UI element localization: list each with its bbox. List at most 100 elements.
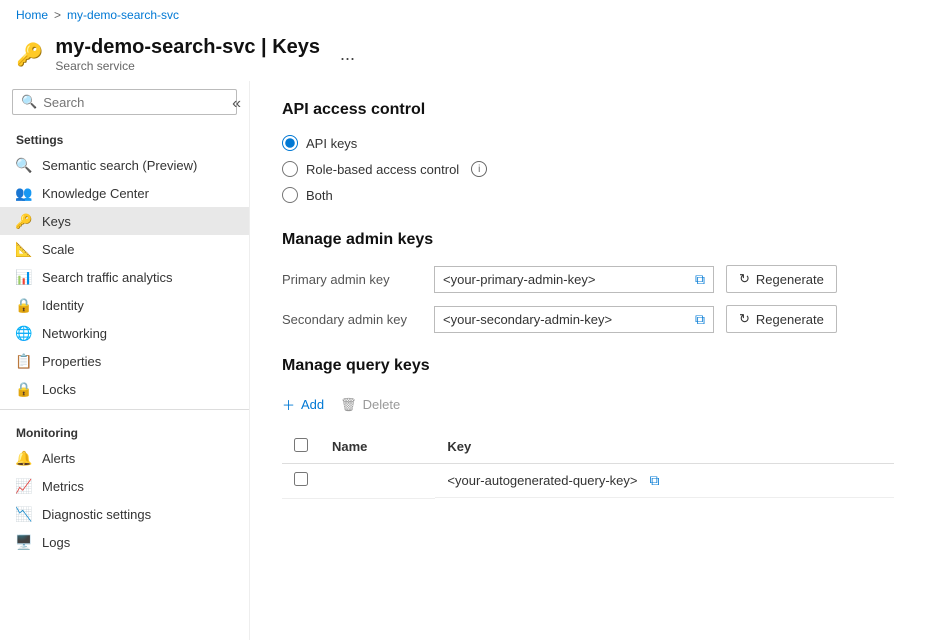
delete-icon: 🗑 bbox=[340, 397, 357, 413]
knowledge-center-icon: 👥 bbox=[16, 185, 32, 201]
secondary-key-row: Secondary admin key <your-secondary-admi… bbox=[282, 305, 894, 333]
search-input[interactable] bbox=[43, 95, 228, 110]
primary-key-row: Primary admin key <your-primary-admin-ke… bbox=[282, 265, 894, 293]
breadcrumb-home[interactable]: Home bbox=[16, 8, 48, 22]
sidebar: 🔍 « Settings 🔍 Semantic search (Preview)… bbox=[0, 81, 250, 640]
sidebar-item-label: Scale bbox=[42, 242, 75, 257]
breadcrumb: Home > my-demo-search-svc bbox=[0, 0, 926, 30]
sidebar-item-label: Metrics bbox=[42, 479, 84, 494]
row-checkbox-cell bbox=[282, 464, 320, 499]
manage-query-keys-section: Manage query keys ＋ Add 🗑 Delete bbox=[282, 357, 894, 499]
sidebar-item-label: Diagnostic settings bbox=[42, 507, 151, 522]
sidebar-item-logs[interactable]: 🖥️ Logs bbox=[0, 528, 249, 556]
secondary-key-input: <your-secondary-admin-key> ⧉ bbox=[434, 306, 714, 333]
sidebar-item-keys[interactable]: 🔑 Keys bbox=[0, 207, 249, 235]
both-label: Both bbox=[306, 188, 333, 203]
sidebar-item-scale[interactable]: 📐 Scale bbox=[0, 235, 249, 263]
identity-icon: 🔒 bbox=[16, 297, 32, 313]
search-bar[interactable]: 🔍 bbox=[12, 89, 237, 115]
more-options-icon[interactable]: ... bbox=[340, 44, 355, 65]
sidebar-item-metrics[interactable]: 📈 Metrics bbox=[0, 472, 249, 500]
row-key-cell: <your-autogenerated-query-key> ⧉ bbox=[435, 464, 894, 498]
query-key-value: <your-autogenerated-query-key> bbox=[447, 473, 637, 488]
scale-icon: 📐 bbox=[16, 241, 32, 257]
breadcrumb-separator: > bbox=[54, 8, 61, 22]
role-based-label: Role-based access control bbox=[306, 162, 459, 177]
page-subtitle: Search service bbox=[55, 59, 320, 73]
primary-regenerate-button[interactable]: ↻ Regenerate bbox=[726, 265, 837, 293]
api-keys-label: API keys bbox=[306, 136, 357, 151]
regenerate-icon-2: ↻ bbox=[739, 311, 750, 327]
sidebar-item-properties[interactable]: 📋 Properties bbox=[0, 347, 249, 375]
search-icon: 🔍 bbox=[21, 94, 37, 110]
manage-admin-keys-title: Manage admin keys bbox=[282, 231, 894, 249]
main-content: API access control API keys Role-based a… bbox=[250, 81, 926, 640]
api-keys-radio[interactable] bbox=[282, 135, 298, 151]
alerts-icon: 🔔 bbox=[16, 450, 32, 466]
sidebar-item-search-traffic-analytics[interactable]: 📊 Search traffic analytics bbox=[0, 263, 249, 291]
sidebar-item-knowledge-center[interactable]: 👥 Knowledge Center bbox=[0, 179, 249, 207]
api-access-control-title: API access control bbox=[282, 101, 894, 119]
sidebar-item-label: Logs bbox=[42, 535, 70, 550]
query-keys-action-bar: ＋ Add 🗑 Delete bbox=[282, 391, 894, 418]
breadcrumb-current[interactable]: my-demo-search-svc bbox=[67, 8, 179, 22]
table-header-checkbox bbox=[282, 430, 320, 464]
sidebar-item-alerts[interactable]: 🔔 Alerts bbox=[0, 444, 249, 472]
metrics-icon: 📈 bbox=[16, 478, 32, 494]
regenerate-icon: ↻ bbox=[739, 271, 750, 287]
sidebar-item-label: Networking bbox=[42, 326, 107, 341]
monitoring-section-label: Monitoring bbox=[0, 416, 249, 444]
properties-icon: 📋 bbox=[16, 353, 32, 369]
keys-icon: 🔑 bbox=[16, 213, 32, 229]
query-keys-table: Name Key <your-autogenerated-query-key> … bbox=[282, 430, 894, 499]
row-checkbox[interactable] bbox=[294, 472, 308, 486]
secondary-regenerate-button[interactable]: ↻ Regenerate bbox=[726, 305, 837, 333]
sidebar-item-label: Search traffic analytics bbox=[42, 270, 173, 285]
sidebar-item-diagnostic-settings[interactable]: 📉 Diagnostic settings bbox=[0, 500, 249, 528]
collapse-sidebar-button[interactable]: « bbox=[224, 91, 249, 117]
primary-key-label: Primary admin key bbox=[282, 272, 422, 287]
primary-key-copy-icon[interactable]: ⧉ bbox=[695, 271, 705, 288]
semantic-search-icon: 🔍 bbox=[16, 157, 32, 173]
main-layout: 🔍 « Settings 🔍 Semantic search (Preview)… bbox=[0, 81, 926, 640]
sidebar-item-semantic-search[interactable]: 🔍 Semantic search (Preview) bbox=[0, 151, 249, 179]
regenerate-label: Regenerate bbox=[756, 272, 824, 287]
table-header-key: Key bbox=[435, 430, 894, 464]
page-title: my-demo-search-svc | Keys bbox=[55, 36, 320, 59]
delete-label: Delete bbox=[363, 397, 401, 412]
radio-row-role-based: Role-based access control i bbox=[282, 161, 894, 177]
page-header: 🔑 my-demo-search-svc | Keys Search servi… bbox=[0, 30, 926, 81]
secondary-key-value: <your-secondary-admin-key> bbox=[443, 312, 687, 327]
sidebar-item-label: Knowledge Center bbox=[42, 186, 149, 201]
radio-row-both: Both bbox=[282, 187, 894, 203]
add-query-key-button[interactable]: ＋ Add bbox=[282, 391, 324, 418]
sidebar-item-networking[interactable]: 🌐 Networking bbox=[0, 319, 249, 347]
delete-query-key-button[interactable]: 🗑 Delete bbox=[340, 393, 400, 417]
secondary-key-label: Secondary admin key bbox=[282, 312, 422, 327]
select-all-checkbox[interactable] bbox=[294, 438, 308, 452]
role-based-radio[interactable] bbox=[282, 161, 298, 177]
add-icon: ＋ bbox=[282, 395, 295, 414]
sidebar-item-label: Properties bbox=[42, 354, 101, 369]
sidebar-item-label: Identity bbox=[42, 298, 84, 313]
manage-admin-keys-section: Manage admin keys Primary admin key <you… bbox=[282, 231, 894, 333]
info-icon[interactable]: i bbox=[471, 161, 487, 177]
sidebar-item-locks[interactable]: 🔒 Locks bbox=[0, 375, 249, 403]
networking-icon: 🌐 bbox=[16, 325, 32, 341]
radio-row-api-keys: API keys bbox=[282, 135, 894, 151]
diagnostic-icon: 📉 bbox=[16, 506, 32, 522]
primary-key-value: <your-primary-admin-key> bbox=[443, 272, 687, 287]
sidebar-item-label: Semantic search (Preview) bbox=[42, 158, 197, 173]
sidebar-item-identity[interactable]: 🔒 Identity bbox=[0, 291, 249, 319]
logs-icon: 🖥️ bbox=[16, 534, 32, 550]
add-label: Add bbox=[301, 397, 324, 412]
row-name-cell bbox=[320, 464, 435, 499]
query-key-copy-icon[interactable]: ⧉ bbox=[649, 472, 659, 489]
table-header-name: Name bbox=[320, 430, 435, 464]
both-radio[interactable] bbox=[282, 187, 298, 203]
sidebar-item-label: Keys bbox=[42, 214, 71, 229]
key-icon: 🔑 bbox=[16, 42, 43, 68]
analytics-icon: 📊 bbox=[16, 269, 32, 285]
table-row: <your-autogenerated-query-key> ⧉ bbox=[282, 464, 894, 499]
secondary-key-copy-icon[interactable]: ⧉ bbox=[695, 311, 705, 328]
